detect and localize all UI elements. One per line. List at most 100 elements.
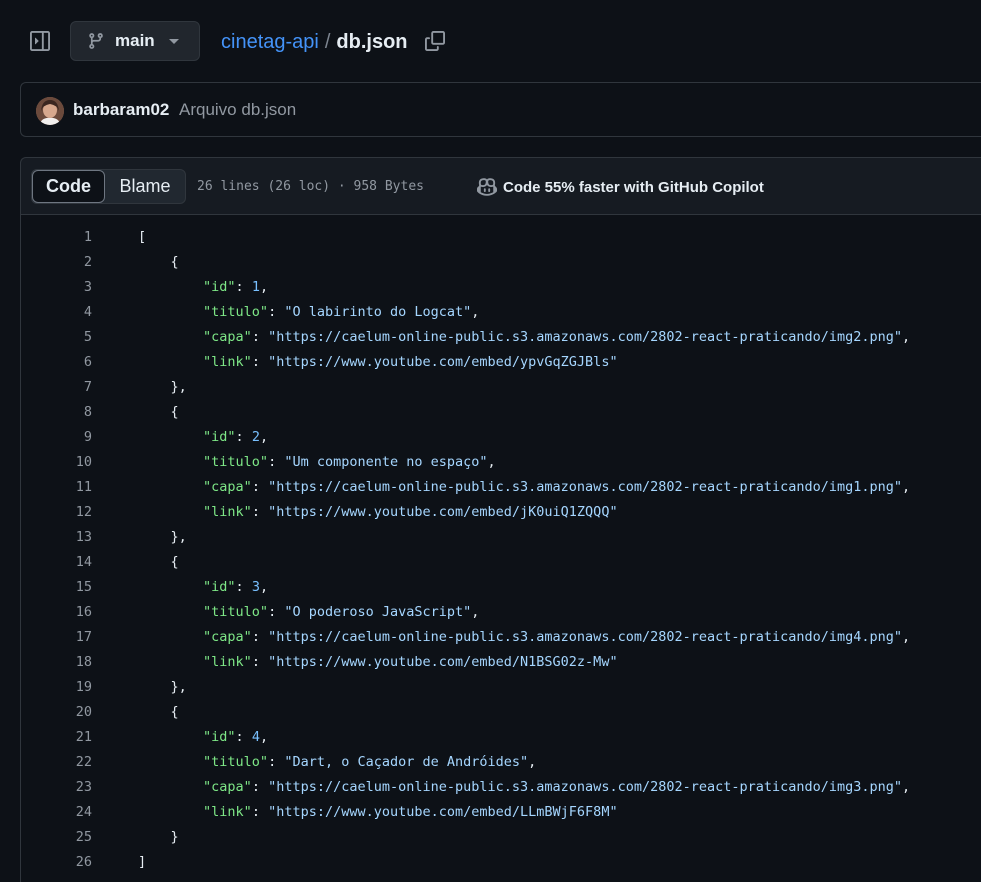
json-key: "link" xyxy=(203,504,252,520)
json-key: "capa" xyxy=(203,629,252,645)
json-key: "capa" xyxy=(203,329,252,345)
json-punctuation xyxy=(138,654,203,670)
line-number[interactable]: 10 xyxy=(21,450,92,475)
line-number[interactable]: 9 xyxy=(21,425,92,450)
line-number[interactable]: 24 xyxy=(21,800,92,825)
line-number[interactable]: 13 xyxy=(21,525,92,550)
line-content: "capa": "https://caelum-online-public.s3… xyxy=(138,625,910,650)
code-line: 15 "id": 3, xyxy=(21,575,981,600)
git-branch-icon xyxy=(87,32,105,50)
sidebar-toggle-button[interactable] xyxy=(28,28,52,54)
json-punctuation: }, xyxy=(138,529,187,545)
line-number[interactable]: 20 xyxy=(21,700,92,725)
latest-commit-box: barbaram02 Arquivo db.json xyxy=(20,82,981,137)
json-punctuation: : xyxy=(235,579,252,595)
code-line: 23 "capa": "https://caelum-online-public… xyxy=(21,775,981,800)
line-number[interactable]: 12 xyxy=(21,500,92,525)
avatar[interactable] xyxy=(36,97,64,125)
json-key: "link" xyxy=(203,804,252,820)
json-punctuation: : xyxy=(251,354,269,370)
line-number[interactable]: 15 xyxy=(21,575,92,600)
line-number[interactable]: 18 xyxy=(21,650,92,675)
json-string: "https://www.youtube.com/embed/jK0uiQ1ZQ… xyxy=(268,504,618,520)
line-content: "capa": "https://caelum-online-public.s3… xyxy=(138,325,910,350)
json-punctuation xyxy=(138,354,203,370)
line-number[interactable]: 11 xyxy=(21,475,92,500)
line-number[interactable]: 1 xyxy=(21,225,92,250)
line-content: "capa": "https://caelum-online-public.s3… xyxy=(138,775,910,800)
json-key: "titulo" xyxy=(203,604,269,620)
line-content: "titulo": "O poderoso JavaScript", xyxy=(138,600,479,625)
tab-code[interactable]: Code xyxy=(32,170,105,203)
tab-blame[interactable]: Blame xyxy=(105,170,185,203)
code-line: 14 { xyxy=(21,550,981,575)
json-key: "id" xyxy=(203,579,236,595)
line-content: { xyxy=(138,700,179,725)
json-punctuation: : xyxy=(251,479,269,495)
json-punctuation xyxy=(138,629,203,645)
line-content: ] xyxy=(138,850,146,875)
line-number[interactable]: 23 xyxy=(21,775,92,800)
code-line: 3 "id": 1, xyxy=(21,275,981,300)
copy-path-button[interactable] xyxy=(424,30,446,52)
commit-message-link[interactable]: Arquivo db.json xyxy=(179,100,296,120)
json-key: "capa" xyxy=(203,479,252,495)
line-number[interactable]: 21 xyxy=(21,725,92,750)
line-content: { xyxy=(138,400,179,425)
json-punctuation: { xyxy=(138,404,179,420)
branch-selector-button[interactable]: main xyxy=(70,21,200,61)
code-line: 11 "capa": "https://caelum-online-public… xyxy=(21,475,981,500)
copilot-promo-link[interactable]: Code 55% faster with GitHub Copilot xyxy=(477,177,764,197)
line-number[interactable]: 2 xyxy=(21,250,92,275)
code-viewer[interactable]: 1[2 {3 "id": 1, 4 "titulo": "O labirinto … xyxy=(20,215,981,882)
copilot-promo-text: Code 55% faster with GitHub Copilot xyxy=(503,178,764,196)
triangle-down-icon xyxy=(168,36,179,46)
code-line: 9 "id": 2, xyxy=(21,425,981,450)
json-punctuation: , xyxy=(902,479,911,495)
json-string: "Um componente no espaço" xyxy=(284,454,488,470)
line-number[interactable]: 16 xyxy=(21,600,92,625)
file-header: Code Blame 26 lines (26 loc) · 958 Bytes… xyxy=(20,157,981,215)
line-number[interactable]: 22 xyxy=(21,750,92,775)
json-string: "https://caelum-online-public.s3.amazona… xyxy=(268,779,903,795)
line-number[interactable]: 6 xyxy=(21,350,92,375)
code-line: 2 { xyxy=(21,250,981,275)
code-line: 8 { xyxy=(21,400,981,425)
line-number[interactable]: 17 xyxy=(21,625,92,650)
line-number[interactable]: 25 xyxy=(21,825,92,850)
json-key: "titulo" xyxy=(203,304,269,320)
json-punctuation: [ xyxy=(138,229,147,245)
json-punctuation: , xyxy=(259,429,269,445)
json-punctuation xyxy=(138,604,203,620)
json-punctuation xyxy=(138,504,203,520)
breadcrumb-repo-link[interactable]: cinetag-api xyxy=(221,31,319,54)
json-punctuation xyxy=(138,754,203,770)
line-number[interactable]: 26 xyxy=(21,850,92,875)
line-content: { xyxy=(138,550,179,575)
json-string: "https://caelum-online-public.s3.amazona… xyxy=(268,479,903,495)
code-line: 21 "id": 4, xyxy=(21,725,981,750)
json-punctuation: }, xyxy=(138,679,187,695)
json-punctuation: { xyxy=(138,554,179,570)
line-content: { xyxy=(138,250,179,275)
json-punctuation: , xyxy=(259,279,269,295)
json-punctuation: , xyxy=(259,729,269,745)
json-number: 3 xyxy=(251,579,260,595)
line-number[interactable]: 7 xyxy=(21,375,92,400)
line-number[interactable]: 14 xyxy=(21,550,92,575)
copilot-icon xyxy=(477,177,497,197)
line-number[interactable]: 5 xyxy=(21,325,92,350)
line-content: "id": 2, xyxy=(138,425,268,450)
commit-author-link[interactable]: barbaram02 xyxy=(73,100,169,120)
line-number[interactable]: 3 xyxy=(21,275,92,300)
line-number[interactable]: 19 xyxy=(21,675,92,700)
json-punctuation: : xyxy=(251,504,269,520)
json-string: "https://www.youtube.com/embed/ypvGqZGJB… xyxy=(268,354,618,370)
line-content: [ xyxy=(138,225,146,250)
line-number[interactable]: 4 xyxy=(21,300,92,325)
json-key: "id" xyxy=(203,279,236,295)
json-punctuation: : xyxy=(268,304,285,320)
json-punctuation: , xyxy=(528,754,537,770)
line-number[interactable]: 8 xyxy=(21,400,92,425)
code-line: 12 "link": "https://www.youtube.com/embe… xyxy=(21,500,981,525)
